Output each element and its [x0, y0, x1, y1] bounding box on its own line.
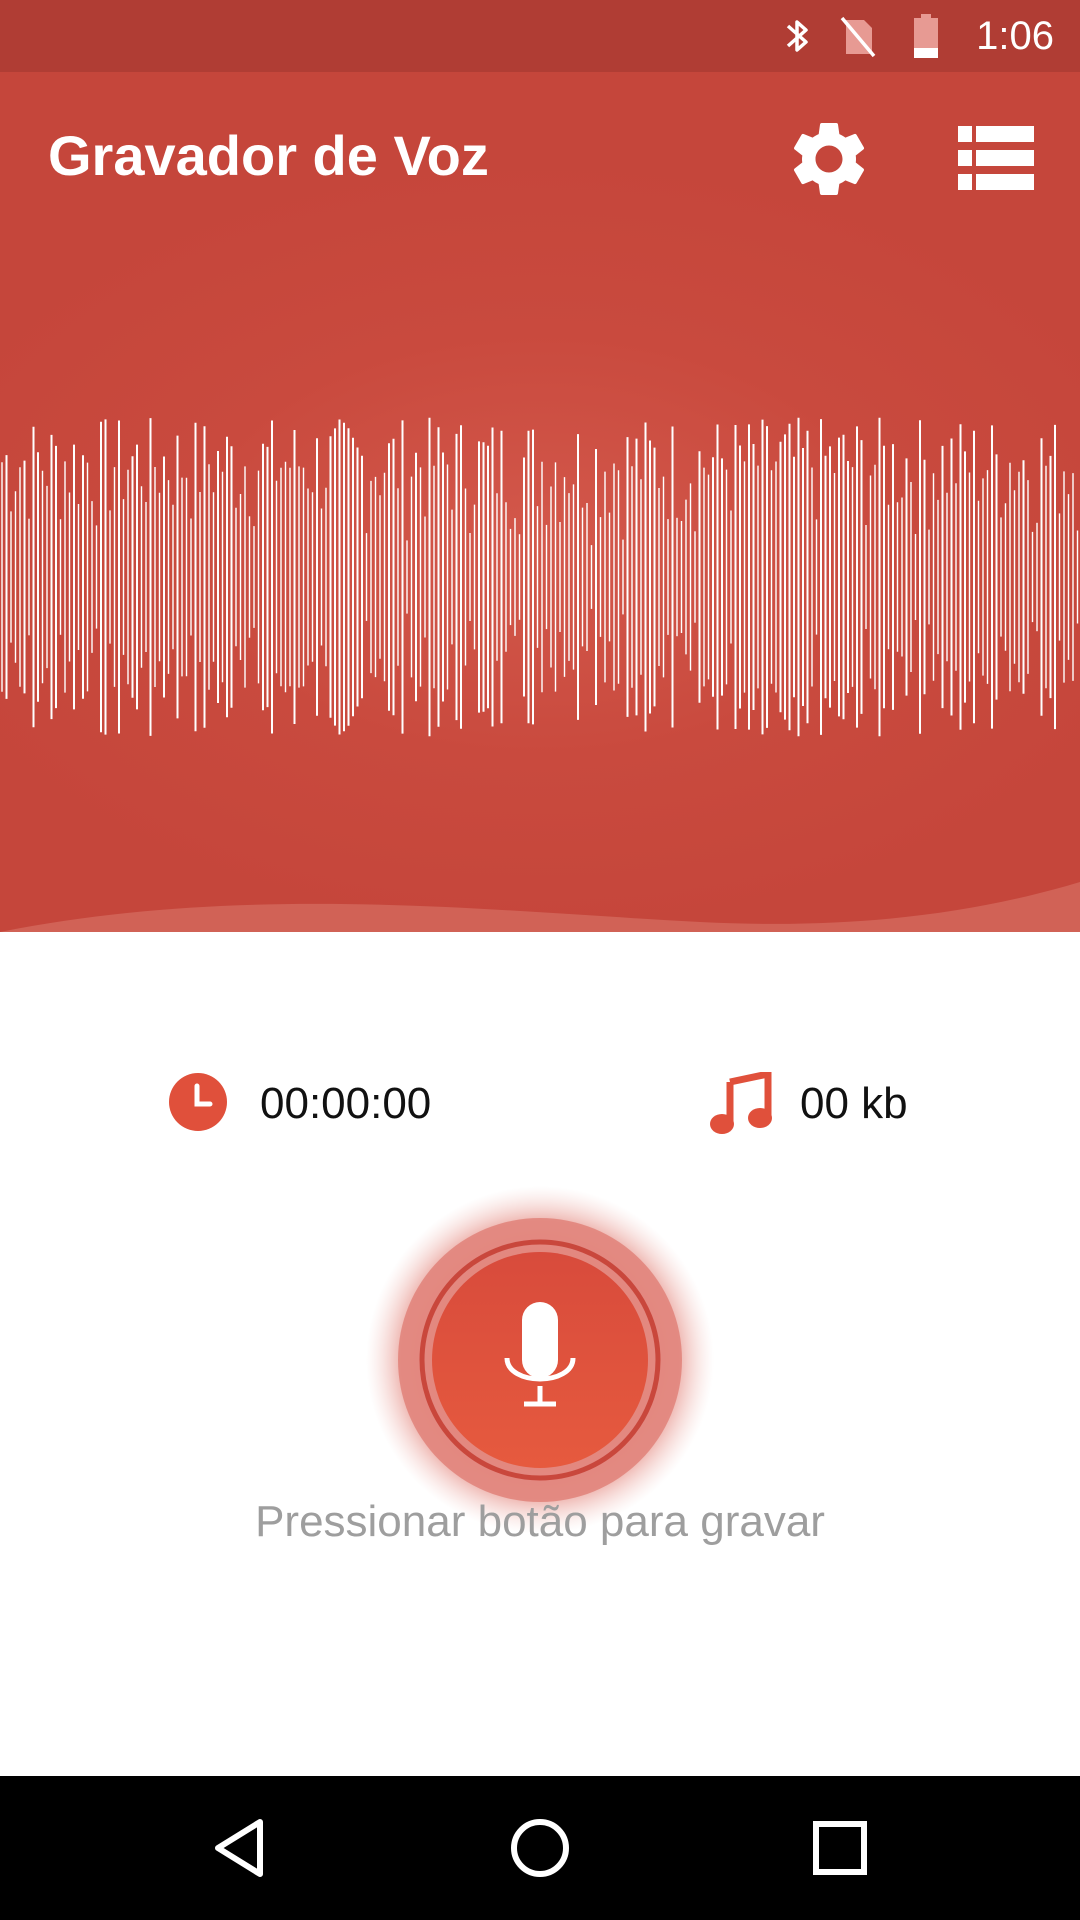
system-nav-bar [0, 1776, 1080, 1920]
file-size-value: 00 kb [800, 1079, 908, 1128]
audio-waveform [1, 417, 1079, 737]
music-note-icon [710, 1072, 772, 1134]
recents-square-icon [813, 1821, 867, 1875]
no-sim-icon [840, 16, 876, 58]
record-button-graphic [366, 1186, 714, 1534]
wave-divider [0, 882, 1080, 932]
recordings-list-icon [958, 126, 1034, 190]
recordings-list-button[interactable] [958, 124, 1034, 192]
clock-icon [169, 1073, 227, 1131]
battery-icon [914, 14, 938, 58]
record-button[interactable] [360, 1180, 720, 1540]
status-bar: 1:06 [0, 0, 1080, 72]
record-hint: Pressionar botão para gravar [255, 1497, 825, 1546]
settings-gear-icon [793, 122, 865, 195]
back-triangle-icon [215, 1819, 263, 1877]
nav-recents-button[interactable] [804, 1812, 876, 1884]
bluetooth-icon [786, 20, 808, 52]
home-circle-icon [511, 1819, 569, 1877]
status-time: 1:06 [976, 14, 1054, 58]
app-header: Gravador de Voz [0, 72, 1080, 932]
file-size-stat: 00 kb [708, 1072, 968, 1136]
nav-back-button[interactable] [204, 1812, 276, 1884]
app-title: Gravador de Voz [48, 124, 489, 187]
duration-value: 00:00:00 [260, 1079, 432, 1128]
nav-home-button[interactable] [504, 1812, 576, 1884]
duration-stat: 00:00:00 [168, 1072, 488, 1136]
settings-button[interactable] [784, 114, 874, 204]
